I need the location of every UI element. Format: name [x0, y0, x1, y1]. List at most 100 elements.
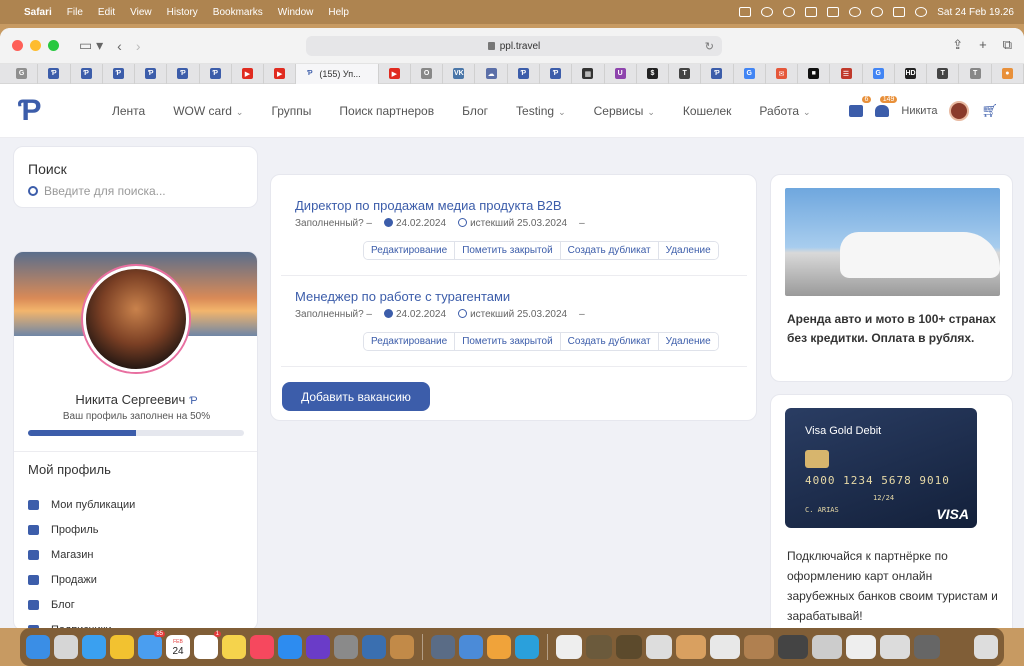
window-thumbnail[interactable] [586, 635, 612, 659]
tab-overview-icon[interactable]: ⧉ [1003, 37, 1012, 53]
menu-edit[interactable]: Edit [98, 7, 115, 18]
nav-item[interactable]: WOW card ⌄ [173, 104, 243, 118]
reload-icon[interactable]: ↻ [705, 40, 714, 53]
calendar-icon[interactable]: FEB 24 [166, 635, 190, 659]
forward-icon[interactable]: › [136, 38, 141, 54]
back-icon[interactable]: ‹ [117, 38, 122, 54]
window-thumbnail[interactable] [676, 635, 706, 659]
search-input[interactable]: Введите для поиска... [28, 184, 243, 198]
profile-name-text[interactable]: Никита Сергеевич [75, 392, 185, 407]
window-thumbnail[interactable] [846, 635, 876, 659]
browser-tab[interactable]: G [734, 63, 766, 84]
add-vacancy-button[interactable]: Добавить вакансию [282, 382, 430, 411]
menu-app-name[interactable]: Safari [24, 7, 52, 18]
browser-tab[interactable]: Ƥ [200, 63, 232, 84]
menu-file[interactable]: File [67, 7, 83, 18]
cart-icon[interactable]: 🛒︎ [981, 103, 998, 119]
vacancy-title[interactable]: Директор по продажам медиа продукта B2B [295, 198, 735, 213]
browser-tab[interactable]: ■ [798, 63, 831, 84]
launchpad-icon[interactable] [54, 635, 78, 659]
nav-item[interactable]: Поиск партнеров [339, 104, 434, 118]
browser-tab[interactable]: Ƥ [103, 63, 136, 84]
notes-icon[interactable] [222, 635, 246, 659]
browser-tab[interactable]: HD [895, 63, 928, 84]
browser-tab[interactable]: Ƥ [135, 63, 168, 84]
window-thumbnail[interactable] [616, 635, 642, 659]
edit-button[interactable]: Редактирование [364, 333, 456, 350]
minimize-window-button[interactable] [30, 40, 41, 51]
app-store-icon[interactable] [278, 635, 302, 659]
play-icon[interactable] [783, 7, 796, 17]
status-icon-app[interactable] [739, 7, 752, 17]
browser-tab[interactable]: G [6, 63, 39, 84]
menu-bookmarks[interactable]: Bookmarks [213, 7, 263, 18]
window-thumbnail[interactable] [778, 635, 808, 659]
nav-item[interactable]: Testing ⌄ [516, 104, 566, 118]
visa-card-ad[interactable]: Visa Gold Debit 4000 1234 5678 9010 12/2… [770, 394, 1013, 628]
profile-menu-item[interactable]: Профиль [28, 517, 135, 542]
mail-icon[interactable]: 85 [138, 631, 165, 659]
mark-closed-button[interactable]: Пометить закрытой [455, 242, 561, 259]
window-thumbnail[interactable] [710, 635, 740, 659]
nav-item[interactable]: Работа ⌄ [759, 104, 810, 118]
window-thumbnail[interactable] [556, 635, 582, 659]
delete-button[interactable]: Удаление [658, 242, 718, 259]
keynote-icon[interactable] [459, 635, 483, 659]
preview-icon[interactable] [431, 635, 455, 659]
finder-icon[interactable] [26, 635, 50, 659]
nav-item[interactable]: Сервисы ⌄ [594, 104, 655, 118]
browser-tab[interactable]: ● [992, 63, 1024, 84]
browser-tab[interactable]: Ƥ [540, 63, 573, 84]
profile-menu-item[interactable]: Подписчики [28, 617, 135, 628]
profile-menu-item[interactable]: Продажи [28, 567, 135, 592]
quicktime-icon[interactable] [362, 635, 386, 659]
menu-window[interactable]: Window [278, 7, 314, 18]
zoom-window-button[interactable] [48, 40, 59, 51]
profile-menu-item[interactable]: Мои публикации [28, 492, 135, 517]
browser-tab[interactable]: T [669, 63, 702, 84]
browser-tab[interactable]: T [927, 63, 960, 84]
profile-menu-item[interactable]: Блог [28, 592, 135, 617]
spotlight-icon[interactable] [871, 7, 884, 17]
control-center-icon[interactable] [893, 7, 906, 17]
menu-history[interactable]: History [167, 7, 198, 18]
bluetooth-icon[interactable] [761, 7, 774, 17]
browser-tab[interactable]: U [605, 63, 637, 84]
browser-tab[interactable]: VK [443, 63, 476, 84]
safari-icon[interactable] [82, 635, 106, 659]
browser-tab[interactable]: T [959, 63, 992, 84]
menubar-clock[interactable]: Sat 24 Feb 19.26 [937, 7, 1014, 18]
browser-tab[interactable]: ✉ [766, 63, 799, 84]
new-tab-icon[interactable]: + [979, 37, 987, 53]
browser-tab[interactable]: ☁ [475, 63, 508, 84]
profile-menu-item[interactable]: Магазин [28, 542, 135, 567]
browser-tab[interactable]: Ƥ [701, 63, 734, 84]
browser-tab[interactable]: G [863, 63, 895, 84]
system-settings-icon[interactable] [334, 635, 358, 659]
sidebar-toggle-icon[interactable]: ▭ ▾ [79, 37, 103, 54]
edit-button[interactable]: Редактирование [364, 242, 456, 259]
messages-icon[interactable]: 6 [849, 95, 872, 117]
browser-tab[interactable]: Ƥ [167, 63, 200, 84]
pages-icon[interactable] [487, 635, 511, 659]
browser-tab[interactable]: ▶ [379, 63, 411, 84]
browser-tab-active[interactable]: Ƥ (155) Уп... [296, 63, 379, 84]
reminders-icon[interactable]: 1 [194, 631, 221, 659]
avatar[interactable] [949, 100, 970, 121]
browser-tab[interactable]: ▶ [232, 63, 265, 84]
window-thumbnail[interactable] [646, 635, 672, 659]
nav-item[interactable]: Лента [112, 104, 145, 118]
browser-tab[interactable]: O [411, 63, 444, 84]
browser-tab[interactable]: Ƥ [508, 63, 540, 84]
window-thumbnail[interactable] [812, 635, 842, 659]
battery-icon[interactable] [827, 7, 840, 17]
car-rental-ad[interactable]: Аренда авто и мото в 100+ странах без кр… [770, 174, 1013, 382]
address-bar[interactable]: ppl.travel ↻ [306, 36, 722, 56]
wifi-icon[interactable] [849, 7, 862, 17]
nav-item[interactable]: Кошелек [683, 104, 732, 118]
window-thumbnail[interactable] [744, 635, 774, 659]
share-icon[interactable]: ⇪ [952, 37, 963, 53]
imovie-icon[interactable] [306, 635, 330, 659]
mark-closed-button[interactable]: Пометить закрытой [455, 333, 561, 350]
siri-icon[interactable] [915, 7, 928, 17]
